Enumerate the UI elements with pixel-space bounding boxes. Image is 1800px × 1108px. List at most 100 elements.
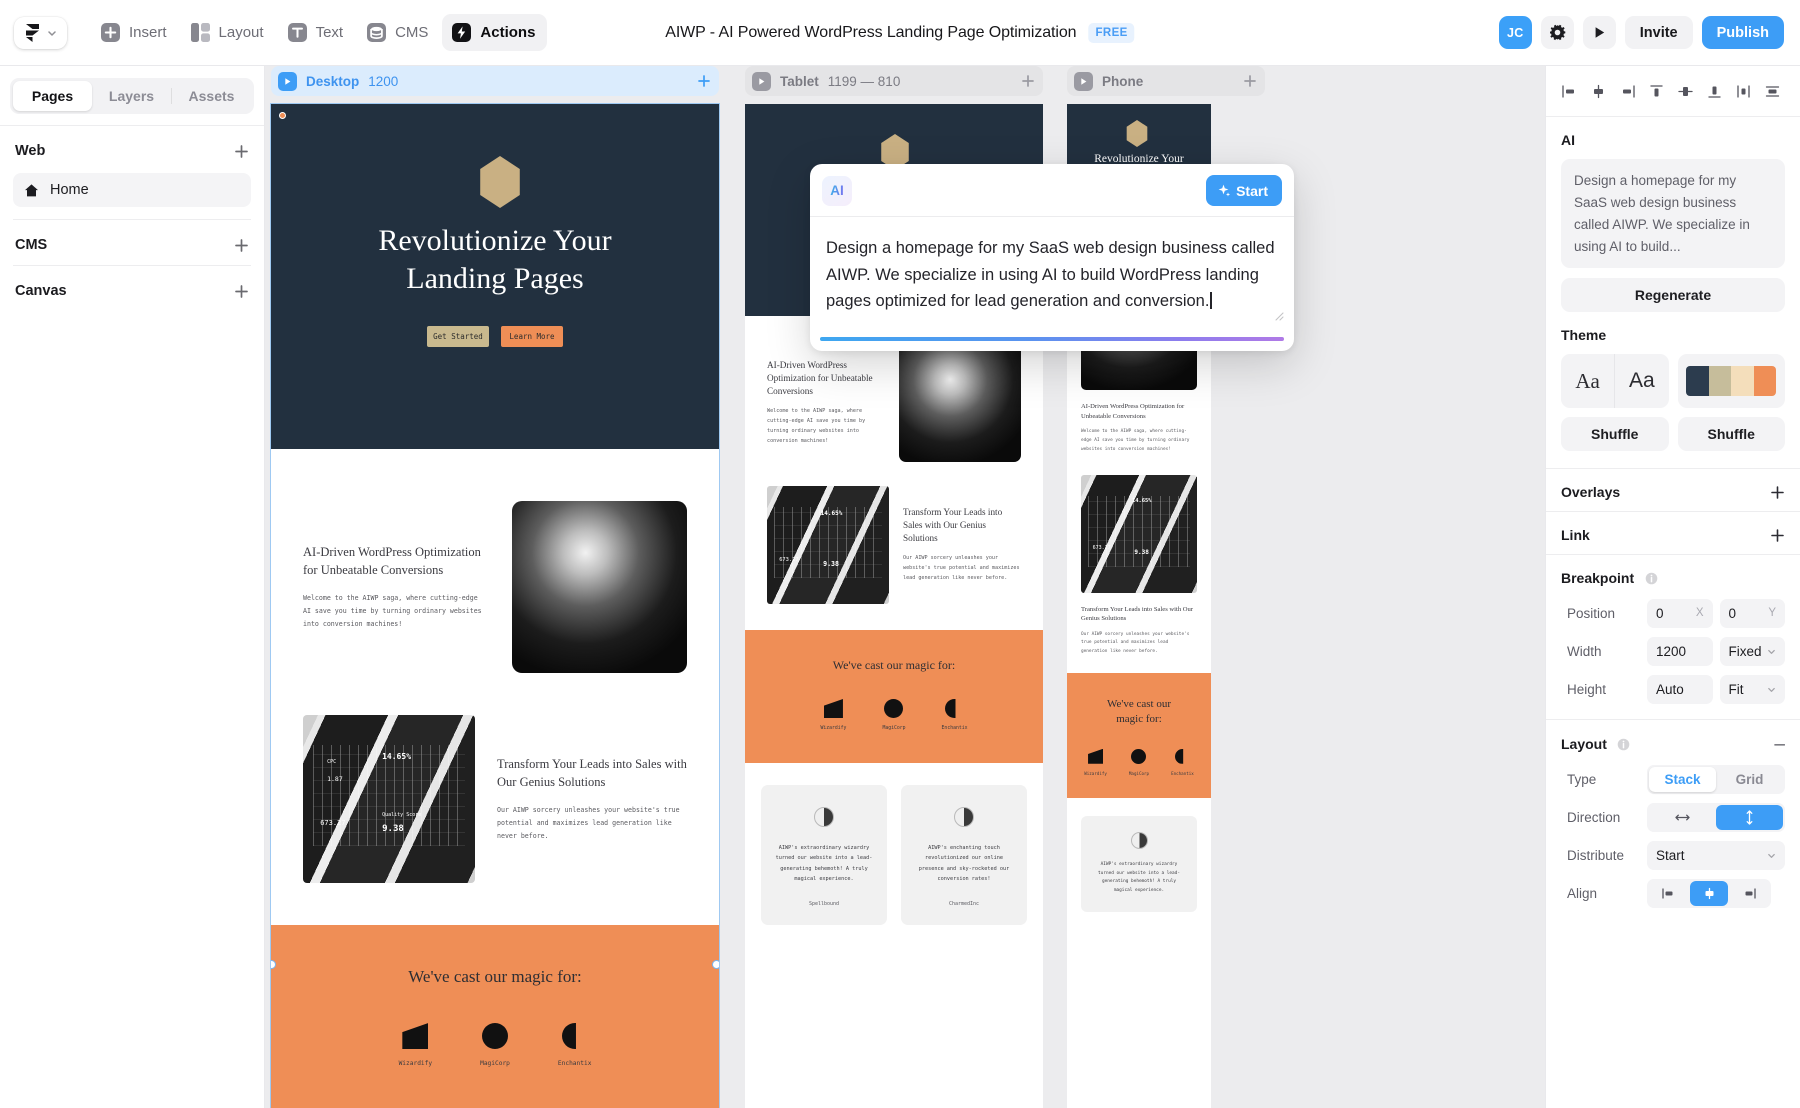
ai-prompt-modal[interactable]: AI Start Design a homepage for my SaaS w… [810,164,1294,351]
theme-section-header: Theme [1546,312,1800,354]
distribute-horizontal-icon[interactable] [1730,79,1757,103]
align-bottom-icon[interactable] [1701,79,1728,103]
align-center-button[interactable] [1689,880,1729,906]
gear-icon [1549,24,1566,41]
distribute-select[interactable]: Start [1647,840,1785,870]
desktop-hero: Revolutionize Your Landing Pages Get Sta… [271,104,719,449]
info-icon[interactable] [1645,572,1658,585]
layout-type-grid[interactable]: Grid [1716,767,1783,792]
breakpoint-header-tablet[interactable]: Tablet 1199 — 810 [745,66,1043,96]
invite-button[interactable]: Invite [1624,16,1693,49]
sparkle-icon [1218,184,1231,197]
breakpoint-phone-add-icon[interactable] [1241,73,1258,90]
publish-button[interactable]: Publish [1701,16,1784,49]
align-top-icon[interactable] [1643,79,1670,103]
preview-button[interactable] [1582,16,1616,49]
position-y-input[interactable]: 0 Y [1719,598,1785,628]
text-button[interactable]: Text [278,14,356,51]
database-icon [367,23,387,42]
breakpoint-header-desktop[interactable]: Desktop 1200 [271,66,719,96]
wizardify-logo-icon [1088,748,1104,764]
width-input[interactable]: 1200 [1647,636,1713,666]
breakpoint-desktop-play-icon[interactable] [278,71,297,91]
testimonial-avatar-icon [814,807,834,827]
direction-vertical-button[interactable] [1716,804,1783,830]
phone-section1-heading: AI-Driven WordPress Optimization for Unb… [1081,403,1185,420]
cta-learn-more[interactable]: Learn More [501,325,563,347]
tab-pages[interactable]: Pages [13,81,92,111]
desktop-hero-title: Revolutionize Your Landing Pages [271,222,719,299]
document-title-group[interactable]: AIWP - AI Powered WordPress Landing Page… [665,22,1135,43]
canvas-area[interactable]: Desktop 1200 Tablet 1199 — 810 Phone Rev… [265,66,1545,1108]
distribute-vertical-icon[interactable] [1759,79,1786,103]
top-toolbar: Insert Layout Text CMS Actions AIWP - AI… [0,0,1800,66]
shuffle-colors-button[interactable]: Shuffle [1677,417,1785,452]
ai-start-button[interactable]: Start [1206,175,1282,206]
add-cms-collection-icon[interactable] [234,238,249,253]
align-label: Align [1567,885,1598,901]
position-fields: 0 X 0 Y [1647,598,1785,628]
align-end-button[interactable] [1730,881,1769,906]
theme-font-serif[interactable]: Aa [1561,354,1616,409]
settings-button[interactable] [1540,16,1574,49]
theme-shuffle-row: Shuffle Shuffle [1561,417,1785,452]
page-item-home[interactable]: Home [13,173,251,207]
cta-get-started[interactable]: Get Started [427,325,489,347]
actions-button[interactable]: Actions [442,14,548,51]
add-overlay-icon[interactable] [1770,485,1785,500]
layout-align-row: Align [1546,874,1800,912]
add-web-page-icon[interactable] [234,144,249,159]
align-start-icon [1662,888,1673,899]
tab-assets[interactable]: Assets [172,81,251,111]
testimonial-author-1: CharmedInc [948,900,980,907]
ai-prompt-preview[interactable]: Design a homepage for my SaaS web design… [1561,159,1785,269]
cms-button[interactable]: CMS [357,14,440,51]
ai-section-header: AI [1546,117,1800,159]
width-mode-select[interactable]: Fixed [1719,636,1785,666]
align-left-icon[interactable] [1556,79,1583,103]
avatar[interactable]: JC [1498,16,1532,49]
height-input[interactable]: Auto [1647,674,1713,704]
ai-prompt-input[interactable]: Design a homepage for my SaaS web design… [826,235,1278,315]
left-tabs: Pages Layers Assets [10,78,254,114]
ai-prompt-body[interactable]: Design a homepage for my SaaS web design… [810,217,1294,329]
add-canvas-icon[interactable] [234,284,249,299]
frame-desktop[interactable]: Revolutionize Your Landing Pages Get Sta… [270,103,720,1108]
theme-font-sans[interactable]: Aa [1615,354,1668,408]
add-link-icon[interactable] [1770,528,1785,543]
tab-layers[interactable]: Layers [92,81,171,111]
testimonial-card: AIWP's extraordinary wizardry turned our… [1081,815,1197,912]
tablet-section1-heading: AI-Driven WordPress Optimization for Unb… [767,360,873,397]
align-right-icon[interactable] [1614,79,1641,103]
layout-type-stack[interactable]: Stack [1649,766,1716,792]
layout-button[interactable]: Layout [181,14,276,51]
position-x-input[interactable]: 0 X [1647,598,1713,628]
breakpoint-header-phone[interactable]: Phone [1067,66,1265,96]
ai-generation-progress-bar [820,337,1284,341]
align-vertical-center-icon[interactable] [1672,79,1699,103]
framer-logo-menu[interactable] [14,16,67,49]
regenerate-button[interactable]: Regenerate [1561,278,1785,313]
align-horizontal-center-icon[interactable] [1585,79,1612,103]
layout-collapse-icon[interactable]: – [1774,735,1785,754]
breakpoint-tablet-add-icon[interactable] [1019,73,1036,90]
theme-color-palette[interactable] [1677,354,1785,409]
phone-band-title: We've cast our magic for: [1067,697,1211,727]
breakpoint-phone-play-icon[interactable] [1074,71,1093,91]
info-icon[interactable] [1617,738,1630,751]
shuffle-fonts-button[interactable]: Shuffle [1561,417,1669,452]
selection-handle-right[interactable] [712,960,719,969]
desktop-section1-image [512,501,687,673]
resize-grip-icon[interactable] [1272,309,1284,321]
breakpoint-tablet-play-icon[interactable] [752,71,771,91]
height-mode-select[interactable]: Fit [1719,674,1785,704]
insert-button[interactable]: Insert [91,14,179,51]
align-start-button[interactable] [1649,881,1688,906]
left-tabs-wrapper: Pages Layers Assets [0,66,264,125]
magicorp-logo-icon [482,1023,508,1049]
direction-horizontal-button[interactable] [1649,805,1716,830]
breakpoint-desktop-add-icon[interactable] [695,73,712,90]
type-fields: Stack Grid [1647,764,1785,794]
phone-logo-label-2: Enchantix [1171,770,1194,776]
text-t-icon [287,23,307,42]
